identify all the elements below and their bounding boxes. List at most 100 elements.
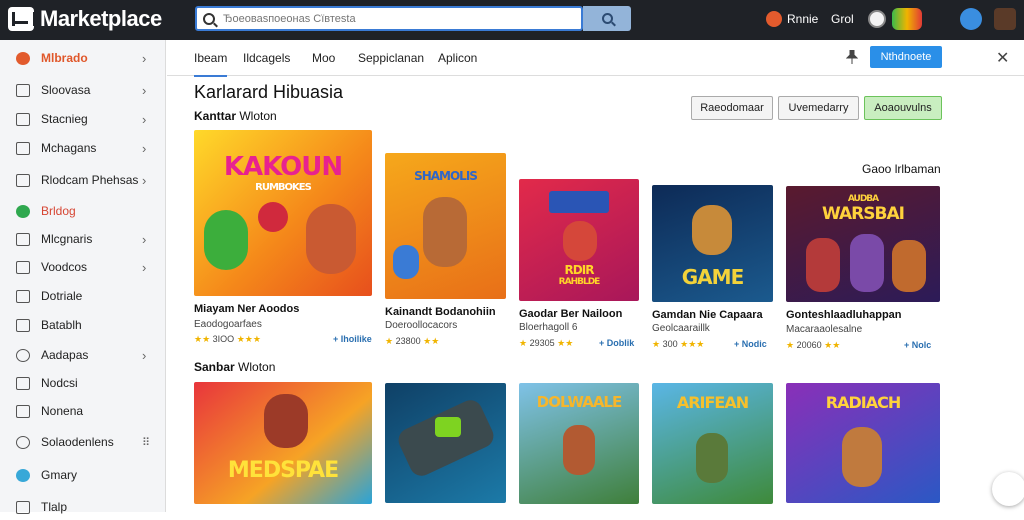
- rating-stars-icon: ★★★: [680, 339, 705, 349]
- character-figure: [204, 210, 248, 270]
- character-figure: [306, 204, 356, 274]
- user-name: Rnnie: [787, 12, 819, 26]
- sidebar-item-4[interactable]: Rlodcam Phehsas ›: [0, 167, 166, 193]
- card-art-subtitle: AUDBA: [847, 194, 879, 204]
- sidebar-item-15[interactable]: Tlalp: [0, 494, 166, 520]
- game-card-image[interactable]: KAKOUN RUMBOKES: [194, 130, 372, 296]
- sidebar-item-11[interactable]: Nodcsi: [0, 370, 166, 396]
- card-title[interactable]: Kainandt Bodanohiin: [385, 306, 496, 318]
- sidebar-item-0[interactable]: Mlbrado ›: [0, 45, 166, 71]
- sidebar-item-5[interactable]: Brldog: [0, 198, 166, 224]
- avatar-icon: [994, 8, 1016, 30]
- help-button[interactable]: [960, 8, 982, 30]
- sidebar-item-label: Nodcsi: [41, 376, 78, 390]
- card-art-title: SHAMOLIS: [414, 169, 478, 183]
- sidebar-item-10[interactable]: Aadapas ›: [0, 342, 166, 368]
- sidebar-item-3[interactable]: Mchagans ›: [0, 135, 166, 161]
- card-tag[interactable]: + Nodic: [734, 339, 767, 349]
- sidebar-item-label: Stacnieg: [41, 112, 88, 126]
- chevron-right-icon: ›: [142, 50, 147, 66]
- sidebar: Mlbrado › Sloovasa › Stacnieg › Mchagans…: [0, 40, 166, 514]
- game-card-image[interactable]: GAME: [652, 185, 773, 302]
- sidebar-item-label: Mchagans: [41, 141, 97, 155]
- card-art-title: RADIACH: [825, 393, 901, 412]
- sidebar-item-13[interactable]: Solaodenlens ⠿: [0, 429, 166, 455]
- filter-button-1[interactable]: Uvemedarry: [778, 96, 859, 120]
- sidebar-item-label: Mlcgnaris: [41, 232, 93, 246]
- card-title[interactable]: Gonteshlaadluhappan: [786, 309, 902, 321]
- mode-text: Grol: [831, 12, 854, 26]
- search-input[interactable]: [223, 12, 563, 25]
- sidebar-item-9[interactable]: Batablh: [0, 312, 166, 338]
- tab-1[interactable]: Ildcagels: [243, 51, 290, 65]
- card-rating: ★ 20060 ★★: [786, 340, 840, 351]
- featured-heading-rest: Wloton: [239, 109, 277, 123]
- tab-3[interactable]: Seppiclanan: [358, 51, 424, 65]
- card-tag[interactable]: + Ihoilike: [333, 334, 372, 344]
- card-title[interactable]: Gamdan Nie Capaara: [652, 309, 763, 321]
- card-icon: [16, 83, 30, 97]
- game-card-image[interactable]: RDIR RAHBLDE: [519, 179, 639, 301]
- app-logo[interactable]: Marketplace: [8, 6, 162, 32]
- search-field[interactable]: [195, 6, 583, 31]
- card-title[interactable]: Miayam Ner Aoodos: [194, 303, 299, 315]
- sidebar-item-1[interactable]: Sloovasa ›: [0, 77, 166, 103]
- user-menu[interactable]: Rnnie: [766, 8, 818, 30]
- card-art-title: DOLWAALE: [536, 393, 623, 411]
- drag-handle-icon[interactable]: ⠿: [142, 436, 150, 449]
- status-icons[interactable]: [868, 8, 922, 30]
- card-art-subtitle: RAHBLDE: [558, 277, 601, 287]
- filter-button-0[interactable]: Raeodomaar: [691, 96, 773, 120]
- sidebar-item-label: Batablh: [41, 318, 82, 332]
- mode-label[interactable]: Grol: [831, 8, 854, 30]
- game-card-image[interactable]: [385, 383, 506, 503]
- sidebar-item-label: Brldog: [41, 204, 76, 218]
- card-tag[interactable]: + Doblik: [599, 338, 634, 348]
- sidebar-item-14[interactable]: Gmary: [0, 462, 166, 488]
- help-icon: [960, 8, 982, 30]
- sidebar-item-12[interactable]: Nonena: [0, 398, 166, 424]
- search-button[interactable]: [583, 6, 631, 31]
- tab-2[interactable]: Moo: [312, 51, 335, 65]
- tab-0[interactable]: Ibeam: [194, 51, 228, 77]
- filter-button-2[interactable]: Aoaouvulns: [864, 96, 942, 120]
- chevron-right-icon: ›: [142, 231, 147, 247]
- card-tag[interactable]: + Nolc: [904, 340, 931, 350]
- sidebar-item-2[interactable]: Stacnieg ›: [0, 106, 166, 132]
- pin-icon[interactable]: [846, 50, 858, 64]
- game-card-image[interactable]: RADIACH: [786, 383, 940, 503]
- settings-icon: [16, 435, 30, 449]
- robot-prop: [394, 396, 498, 480]
- sort-label[interactable]: Gaoo lrlbaman: [862, 162, 941, 176]
- game-card-image[interactable]: ARIFEAN: [652, 383, 773, 504]
- card-rating: ★ 300 ★★★: [652, 339, 704, 350]
- scroll-up-button[interactable]: [992, 472, 1024, 506]
- sidebar-item-6[interactable]: Mlcgnaris ›: [0, 226, 166, 252]
- featured-heading: Kanttar Wloton: [194, 109, 277, 123]
- card-art-title: MEDSPAE: [227, 458, 339, 483]
- list-icon: [16, 141, 30, 155]
- card-title[interactable]: Gaodar Ber Nailoon: [519, 308, 622, 320]
- card-subtitle: Bloerhagoll 6: [519, 322, 578, 333]
- account-icon: [868, 10, 886, 28]
- image-icon: [16, 404, 30, 418]
- sidebar-item-8[interactable]: Dotriale: [0, 283, 166, 309]
- calendar-icon: [16, 318, 30, 332]
- sidebar-item-7[interactable]: Voodcos ›: [0, 254, 166, 280]
- game-card-image[interactable]: AUDBA WARSBAI: [786, 186, 940, 302]
- game-card-image[interactable]: MEDSPAE: [194, 382, 372, 504]
- sidebar-item-label: Aadapas: [41, 348, 89, 362]
- card-art-title: WARSBAI: [822, 204, 905, 224]
- sidebar-item-label: Solaodenlens: [41, 435, 114, 449]
- upgrade-button[interactable]: Nthdnoete: [870, 46, 942, 68]
- top-bar: Marketplace Rnnie Grol: [0, 0, 1024, 40]
- game-card-image[interactable]: DOLWAALE: [519, 383, 639, 504]
- tab-4[interactable]: Aplicon: [438, 51, 477, 65]
- card-art-title: ARIFEAN: [676, 393, 749, 412]
- card-subtitle: Geolcaaraillk: [652, 323, 710, 334]
- close-icon[interactable]: ✕: [996, 48, 1009, 68]
- avatar[interactable]: [994, 8, 1016, 30]
- leaf-icon: [16, 204, 30, 218]
- folder-icon: [16, 173, 30, 187]
- game-card-image[interactable]: SHAMOLIS: [385, 153, 506, 299]
